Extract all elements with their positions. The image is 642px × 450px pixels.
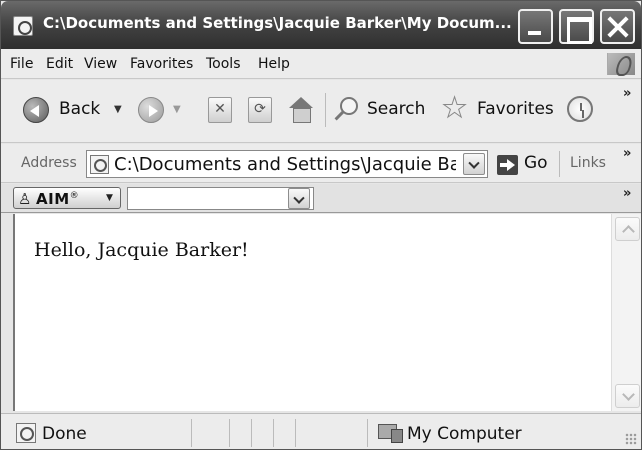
favorites-button[interactable]: Favorites xyxy=(477,99,554,119)
aim-overflow-chevron-icon[interactable]: » xyxy=(623,186,631,201)
back-dropdown-icon[interactable]: ▼ xyxy=(114,104,122,115)
minimize-button[interactable] xyxy=(518,9,553,44)
aim-label: AIM® xyxy=(36,190,80,208)
page-done-icon xyxy=(16,423,36,443)
browser-window: C:\Documents and Settings\Jacquie Barker… xyxy=(0,0,642,450)
page-icon xyxy=(90,155,109,174)
aim-input-dropdown-button[interactable] xyxy=(288,188,310,209)
toolbar-overflow-chevron-icon[interactable]: » xyxy=(623,86,631,101)
aim-button[interactable]: ♙ AIM® ▼ xyxy=(13,187,121,209)
title-bar[interactable]: C:\Documents and Settings\Jacquie Barker… xyxy=(1,1,641,49)
search-button[interactable]: Search xyxy=(367,99,425,119)
menu-tools[interactable]: Tools xyxy=(206,56,241,72)
forward-arrow-icon[interactable] xyxy=(138,97,164,123)
scroll-down-button[interactable] xyxy=(615,384,640,408)
links-button[interactable]: Links xyxy=(570,155,606,171)
status-separator xyxy=(295,419,296,447)
home-icon[interactable] xyxy=(288,97,314,123)
status-text: Done xyxy=(42,424,87,444)
search-icon[interactable] xyxy=(334,96,358,122)
resize-grip-icon[interactable] xyxy=(625,433,637,445)
address-value[interactable]: C:\Documents and Settings\Jacquie Barker… xyxy=(114,154,456,175)
status-separator xyxy=(251,419,252,447)
favorites-star-icon[interactable]: ★ xyxy=(441,91,467,125)
menu-help[interactable]: Help xyxy=(258,56,290,72)
address-dropdown-button[interactable] xyxy=(463,153,485,175)
menu-file[interactable]: File xyxy=(10,56,33,72)
forward-dropdown-icon[interactable]: ▼ xyxy=(173,104,181,115)
windows-logo-icon xyxy=(607,53,635,75)
aim-search-input[interactable] xyxy=(127,187,314,210)
go-arrow-icon[interactable] xyxy=(497,155,518,175)
menu-favorites[interactable]: Favorites xyxy=(130,56,193,72)
page-content: Hello, Jacquie Barker! xyxy=(13,214,641,411)
status-separator xyxy=(229,419,230,447)
history-icon[interactable] xyxy=(567,96,593,122)
window-title: C:\Documents and Settings\Jacquie Barker… xyxy=(43,14,512,32)
refresh-icon: ⟳ xyxy=(254,101,266,117)
menu-view[interactable]: View xyxy=(84,56,117,72)
aim-toolbar: ♙ AIM® ▼ » xyxy=(1,184,641,213)
back-arrow-icon[interactable] xyxy=(23,97,49,123)
ie-page-icon xyxy=(13,16,33,36)
address-label: Address xyxy=(21,155,77,171)
aim-dropdown-icon: ▼ xyxy=(106,193,113,203)
scroll-up-button[interactable] xyxy=(615,217,640,241)
greeting-text: Hello, Jacquie Barker! xyxy=(34,239,249,261)
maximize-button[interactable] xyxy=(559,9,594,44)
menu-bar: File Edit View Favorites Tools Help xyxy=(1,49,641,79)
aim-running-man-icon: ♙ xyxy=(18,190,32,208)
address-field[interactable]: C:\Documents and Settings\Jacquie Barker… xyxy=(86,150,488,178)
back-button[interactable]: Back xyxy=(59,99,100,119)
status-separator xyxy=(273,419,274,447)
stop-icon: ✕ xyxy=(214,101,226,117)
go-button[interactable]: Go xyxy=(524,153,548,173)
status-bar: Done My Computer xyxy=(1,413,641,449)
address-bar: Address C:\Documents and Settings\Jacqui… xyxy=(1,144,641,183)
stop-button[interactable]: ✕ xyxy=(208,97,232,123)
menu-edit[interactable]: Edit xyxy=(46,56,73,72)
links-overflow-chevron-icon[interactable]: » xyxy=(623,146,631,161)
status-separator xyxy=(191,419,192,447)
refresh-button[interactable]: ⟳ xyxy=(248,97,272,123)
standard-toolbar: Back ▼ ▼ ✕ ⟳ Search ★ Favorites » xyxy=(1,80,641,143)
links-separator xyxy=(559,151,560,177)
my-computer-icon xyxy=(378,424,403,443)
close-button[interactable] xyxy=(600,9,635,44)
security-zone: My Computer xyxy=(407,424,522,444)
vertical-scrollbar[interactable] xyxy=(611,214,641,411)
toolbar-separator xyxy=(325,93,326,127)
status-separator xyxy=(367,419,368,447)
